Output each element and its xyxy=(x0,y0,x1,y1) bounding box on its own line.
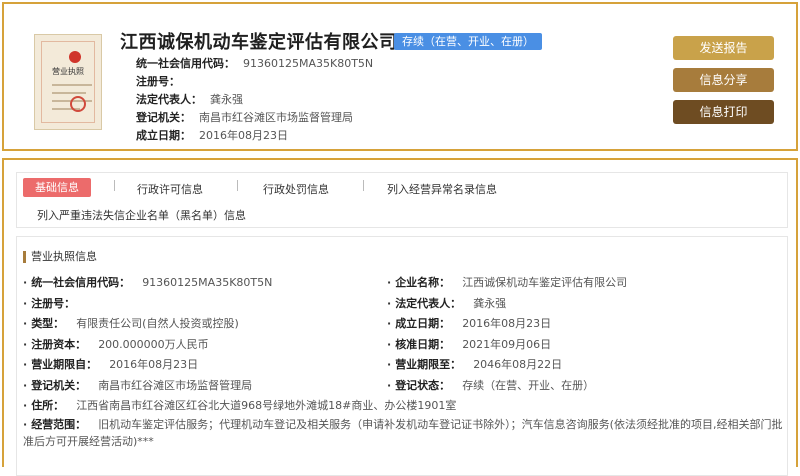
send-report-button[interactable]: 发送报告 xyxy=(673,36,774,60)
tab-abnormal-operation[interactable]: 列入经营异常名录信息 xyxy=(387,181,497,197)
field-value: 旧机动车鉴定评估服务；代理机动车登记及相关服务（申请补发机动车登记证书除外）；汽… xyxy=(23,418,783,448)
field-label: 企业名称： xyxy=(395,276,451,289)
field-value: 江西省南昌市红谷滩区红谷北大道968号绿地外滩城18#商业、办公楼1901室 xyxy=(76,399,457,412)
tab-divider xyxy=(114,180,115,191)
tab-blacklist[interactable]: 列入严重违法失信企业名单（黑名单）信息 xyxy=(37,207,246,223)
national-emblem-icon xyxy=(69,51,81,63)
license-text-line xyxy=(52,92,86,94)
bullet-icon: · xyxy=(23,379,28,392)
field-label: 法定代表人： xyxy=(395,297,462,310)
bullet-icon: · xyxy=(387,317,392,330)
license-text-line xyxy=(52,84,92,86)
tab-admin-license[interactable]: 行政许可信息 xyxy=(137,181,203,197)
bullet-icon: · xyxy=(387,358,392,371)
field-value: 2046年08月22日 xyxy=(473,358,563,371)
header-credit-code-value: 91360125MA35K80T5N xyxy=(243,57,374,70)
field-reg-status: · 登记状态： 存续（在营、开业、在册） xyxy=(387,377,594,393)
field-value: 南昌市红谷滩区市场监督管理局 xyxy=(98,379,253,392)
header-established-value: 2016年08月23日 xyxy=(199,129,288,142)
header-legal-rep-label: 法定代表人： xyxy=(136,93,202,106)
field-value: 江西诚保机动车鉴定评估有限公司 xyxy=(462,276,628,289)
field-label: 统一社会信用代码： xyxy=(31,276,131,289)
field-value: 2016年08月23日 xyxy=(462,317,552,330)
field-label: 登记机关： xyxy=(31,379,87,392)
bullet-icon: · xyxy=(23,338,28,351)
field-value: 200.000000万人民币 xyxy=(98,338,209,351)
bullet-icon: · xyxy=(23,297,28,310)
header-authority-label: 登记机关： xyxy=(136,111,191,124)
bullet-icon: · xyxy=(23,418,28,431)
field-value: 2021年09月06日 xyxy=(462,338,552,351)
tab-admin-penalty[interactable]: 行政处罚信息 xyxy=(263,181,329,197)
field-term-from: · 营业期限自： 2016年08月23日 xyxy=(23,356,198,372)
field-value: 存续（在营、开业、在册） xyxy=(462,379,595,392)
field-label: 住所： xyxy=(31,399,65,412)
field-value: 2016年08月23日 xyxy=(109,358,199,371)
tab-divider xyxy=(237,180,238,191)
company-header-card: 营业执照 江西诚保机动车鉴定评估有限公司 存续（在营、开业、在册） 统一社会信用… xyxy=(2,2,798,151)
field-authority: · 登记机关： 南昌市红谷滩区市场监督管理局 xyxy=(23,377,252,393)
company-name: 江西诚保机动车鉴定评估有限公司 xyxy=(120,32,398,53)
field-established: · 成立日期： 2016年08月23日 xyxy=(387,315,551,331)
field-type: · 类型： 有限责任公司(自然人投资或控股) xyxy=(23,315,239,331)
details-card: 基础信息 行政许可信息 行政处罚信息 列入经营异常名录信息 列入严重违法失信企业… xyxy=(2,158,798,476)
field-legal-rep: · 法定代表人： 龚永强 xyxy=(387,295,506,311)
field-value: 龚永强 xyxy=(473,297,507,310)
license-caption: 营业执照 xyxy=(52,67,84,76)
field-label: 营业期限自： xyxy=(31,358,98,371)
header-legal-rep-value: 龚永强 xyxy=(210,93,243,106)
bullet-icon: · xyxy=(387,338,392,351)
field-reg-no: · 注册号： xyxy=(23,295,87,311)
tab-basic-info[interactable]: 基础信息 xyxy=(23,178,91,197)
header-reg-no: 注册号： xyxy=(136,73,188,89)
field-label: 经营范围： xyxy=(31,418,87,431)
header-reg-no-label: 注册号： xyxy=(136,75,180,88)
field-label: 类型： xyxy=(31,317,65,330)
field-company-name: · 企业名称： 江西诚保机动车鉴定评估有限公司 xyxy=(387,274,627,290)
field-capital: · 注册资本： 200.000000万人民币 xyxy=(23,336,209,352)
field-credit-code: · 统一社会信用代码： 91360125MA35K80T5N xyxy=(23,274,272,290)
tab-bar: 基础信息 行政许可信息 行政处罚信息 列入经营异常名录信息 列入严重违法失信企业… xyxy=(16,172,788,228)
header-authority-value: 南昌市红谷滩区市场监督管理局 xyxy=(199,111,353,124)
license-info-panel: 营业执照信息 · 统一社会信用代码： 91360125MA35K80T5N · 注册号… xyxy=(16,236,788,476)
field-label: 营业期限至： xyxy=(395,358,462,371)
red-seal-icon xyxy=(70,96,86,112)
business-license-image[interactable]: 营业执照 xyxy=(34,34,102,130)
tab-divider xyxy=(363,180,364,191)
bullet-icon: · xyxy=(23,358,28,371)
section-title: 营业执照信息 xyxy=(23,251,97,263)
header-established: 成立日期： 2016年08月23日 xyxy=(136,127,288,143)
header-credit-code-label: 统一社会信用代码： xyxy=(136,57,235,70)
field-label: 成立日期： xyxy=(395,317,451,330)
field-label: 注册资本： xyxy=(31,338,87,351)
bullet-icon: · xyxy=(23,276,28,289)
field-business-scope: · 经营范围： 旧机动车鉴定评估服务；代理机动车登记及相关服务（申请补发机动车登记证… xyxy=(23,416,783,450)
header-legal-rep: 法定代表人： 龚永强 xyxy=(136,91,243,107)
field-approval-date: · 核准日期： 2021年09月06日 xyxy=(387,336,551,352)
status-badge: 存续（在营、开业、在册） xyxy=(394,33,542,50)
bullet-icon: · xyxy=(23,399,28,412)
field-label: 核准日期： xyxy=(395,338,451,351)
field-value: 有限责任公司(自然人投资或控股) xyxy=(76,317,239,330)
field-address: · 住所： 江西省南昌市红谷滩区红谷北大道968号绿地外滩城18#商业、办公楼190… xyxy=(23,397,456,413)
field-value: 91360125MA35K80T5N xyxy=(142,276,273,289)
header-credit-code: 统一社会信用代码： 91360125MA35K80T5N xyxy=(136,55,373,71)
bullet-icon: · xyxy=(23,317,28,330)
print-info-button[interactable]: 信息打印 xyxy=(673,100,774,124)
field-label: 登记状态： xyxy=(395,379,451,392)
header-established-label: 成立日期： xyxy=(136,129,191,142)
bullet-icon: · xyxy=(387,297,392,310)
field-label: 注册号： xyxy=(31,297,76,310)
bullet-icon: · xyxy=(387,379,392,392)
license-frame: 营业执照 xyxy=(41,41,95,123)
field-term-to: · 营业期限至： 2046年08月22日 xyxy=(387,356,562,372)
share-info-button[interactable]: 信息分享 xyxy=(673,68,774,92)
bullet-icon: · xyxy=(387,276,392,289)
header-authority: 登记机关： 南昌市红谷滩区市场监督管理局 xyxy=(136,109,353,125)
